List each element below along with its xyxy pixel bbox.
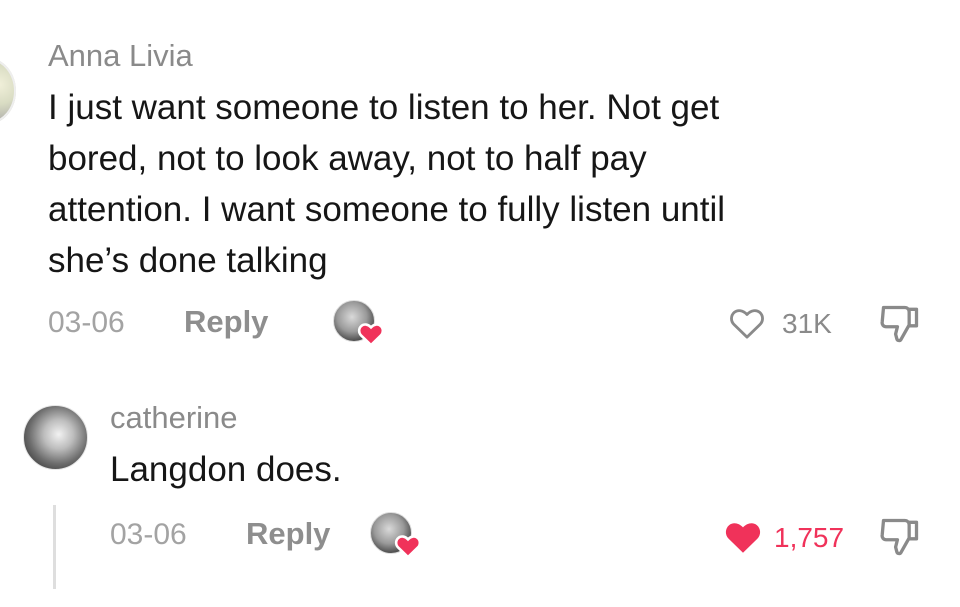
- creator-liked-badge: [333, 300, 385, 347]
- reply-button[interactable]: Reply: [246, 516, 330, 552]
- heart-filled-icon: [394, 535, 422, 559]
- heart-outline-icon[interactable]: [726, 303, 768, 343]
- creator-liked-badge: [370, 512, 422, 559]
- comment-date: 03-06: [110, 518, 187, 551]
- avatar[interactable]: [0, 58, 16, 124]
- like-count: 31K: [782, 308, 832, 339]
- comment-author[interactable]: catherine: [110, 400, 238, 436]
- heart-filled-icon[interactable]: [720, 516, 766, 558]
- comment-date: 03-06: [48, 306, 125, 339]
- comment-text-line: I just want someone to listen to her. No…: [48, 88, 720, 127]
- like-count: 1,757: [774, 522, 845, 553]
- avatar[interactable]: [23, 405, 88, 470]
- thumbs-down-icon[interactable]: [876, 302, 924, 346]
- reply-button[interactable]: Reply: [184, 304, 268, 340]
- heart-filled-icon: [357, 323, 385, 347]
- thread-line: [53, 505, 56, 589]
- thumbs-down-icon[interactable]: [876, 515, 924, 559]
- comment-text-line: she’s done talking: [48, 241, 328, 280]
- comment-text: I just want someone to listen to her. No…: [48, 82, 908, 286]
- comment-author[interactable]: Anna Livia: [48, 38, 193, 74]
- comment-text: Langdon does.: [110, 450, 342, 489]
- comment-text-line: attention. I want someone to fully liste…: [48, 190, 726, 229]
- comment-text-line: bored, not to look away, not to half pay: [48, 139, 647, 178]
